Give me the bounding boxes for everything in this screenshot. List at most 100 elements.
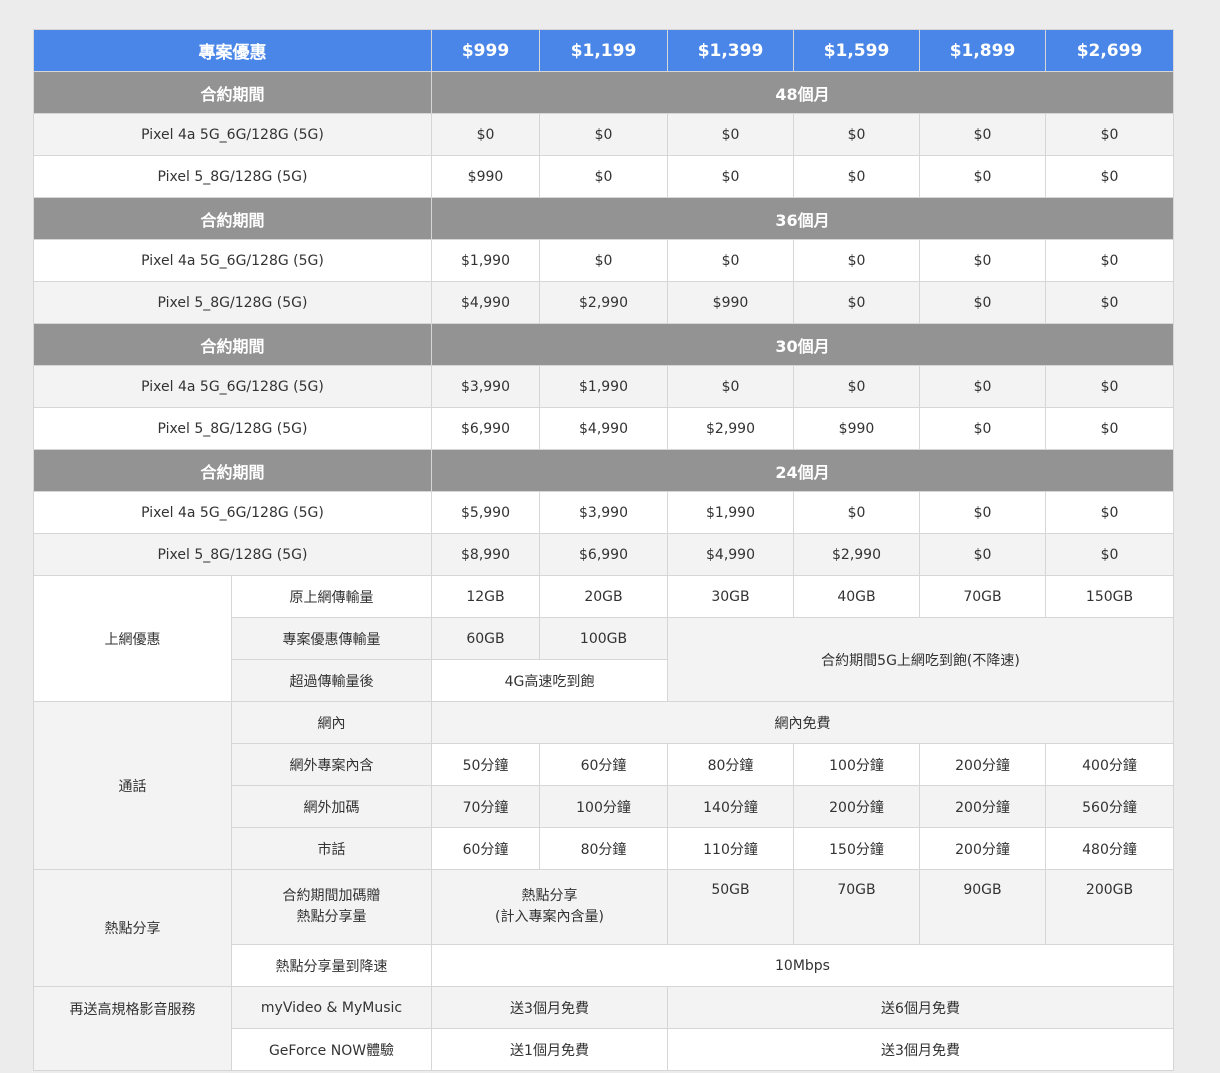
device-price: $0 [1045,113,1174,156]
device-name: Pixel 5_8G/128G (5G) [33,281,432,324]
device-price: $1,990 [539,365,668,408]
media-myvideo-low: 送3個月免費 [431,986,668,1029]
call-minutes: 480分鐘 [1045,827,1174,870]
internet-original-label: 原上網傳輸量 [231,575,432,618]
data-amount: 70GB [919,575,1046,618]
device-price: $0 [919,281,1046,324]
call-minutes: 80分鐘 [539,827,668,870]
hotspot-extra-label-line1: 合約期間加碼贈 [282,888,381,904]
device-price: $0 [1045,281,1174,324]
call-minutes: 60分鐘 [431,827,540,870]
device-price: $0 [919,155,1046,198]
device-price: $0 [919,113,1046,156]
period-months: 30個月 [431,323,1174,366]
header-price: $2,699 [1045,29,1174,72]
hotspot-extra-first-line2: (計入專案內含量) [495,909,604,925]
device-price: $990 [667,281,794,324]
media-geforce-label: GeForce NOW體驗 [231,1028,432,1071]
calls-on-net-row: 通話 網內 網內免費 [33,701,1174,870]
hotspot-extra-label-line2: 熱點分享量 [296,909,367,925]
header-price: $1,599 [793,29,920,72]
call-minutes: 70分鐘 [431,785,540,828]
device-price: $0 [667,365,794,408]
internet-original-row: 上網優惠 原上網傳輸量 12GB 20GB 30GB 40GB 70GB 150… [33,575,1174,702]
period-label: 合約期間 [33,71,432,114]
call-minutes: 200分鐘 [793,785,920,828]
device-price: $0 [793,491,920,534]
price-header-row: 專案優惠 $999 $1,199 $1,399 $1,599 $1,899 $2… [33,29,1174,72]
device-price: $8,990 [431,533,540,576]
device-price: $0 [1045,491,1174,534]
hotspot-extra-label: 合約期間加碼贈 熱點分享量 [231,869,432,945]
device-price-row: Pixel 4a 5G_6G/128G (5G) $0 $0 $0 $0 $0 … [33,113,1174,156]
device-price: $0 [793,281,920,324]
device-price: $0 [1045,239,1174,282]
device-price: $0 [539,239,668,282]
period-label: 合約期間 [33,197,432,240]
device-name: Pixel 4a 5G_6G/128G (5G) [33,113,432,156]
call-minutes: 400分鐘 [1045,743,1174,786]
data-amount: 60GB [431,617,540,660]
hotspot-extra-first-line1: 熱點分享 [521,888,578,904]
device-price: $0 [793,239,920,282]
hotspot-extra-first: 熱點分享 (計入專案內含量) [431,869,668,945]
device-name: Pixel 5_8G/128G (5G) [33,407,432,450]
unlimited-5g-note: 合約期間5G上網吃到飽(不降速) [667,617,1174,702]
hotspot-amount: 200GB [1045,869,1174,945]
hotspot-speed-label: 熱點分享量到降速 [231,944,432,987]
plan-comparison-table: 專案優惠 $999 $1,199 $1,399 $1,599 $1,899 $2… [33,29,1174,1071]
plan-table-container: 專案優惠 $999 $1,199 $1,399 $1,599 $1,899 $2… [33,29,1174,1071]
device-name: Pixel 4a 5G_6G/128G (5G) [33,365,432,408]
hotspot-amount: 70GB [793,869,920,945]
media-myvideo-label: myVideo & MyMusic [231,986,432,1029]
device-price: $1,990 [667,491,794,534]
header-plan-label: 專案優惠 [33,29,432,72]
calls-bonus-label: 網外加碼 [231,785,432,828]
period-row: 合約期間 48個月 [33,71,1174,114]
device-price: $990 [431,155,540,198]
data-amount: 150GB [1045,575,1174,618]
header-price: $999 [431,29,540,72]
device-name: Pixel 5_8G/128G (5G) [33,155,432,198]
period-months: 48個月 [431,71,1174,114]
device-price: $0 [1045,533,1174,576]
device-price: $2,990 [667,407,794,450]
device-price-row: Pixel 4a 5G_6G/128G (5G) $3,990 $1,990 $… [33,365,1174,408]
device-price: $5,990 [431,491,540,534]
period-row: 合約期間 36個月 [33,197,1174,240]
hotspot-section-label: 熱點分享 [33,869,232,987]
calls-landline-label: 市話 [231,827,432,870]
device-price: $0 [919,365,1046,408]
period-months: 24個月 [431,449,1174,492]
media-section-label: 再送高規格影音服務 [33,986,232,1071]
calls-on-net-value: 網內免費 [431,701,1174,744]
call-minutes: 560分鐘 [1045,785,1174,828]
device-price: $990 [793,407,920,450]
data-amount: 30GB [667,575,794,618]
data-amount: 100GB [539,617,668,660]
device-price: $3,990 [431,365,540,408]
call-minutes: 110分鐘 [667,827,794,870]
hotspot-amount: 90GB [919,869,1046,945]
call-minutes: 60分鐘 [539,743,668,786]
call-minutes: 100分鐘 [793,743,920,786]
device-price: $0 [667,155,794,198]
device-name: Pixel 4a 5G_6G/128G (5G) [33,239,432,282]
calls-section-label: 通話 [33,701,232,870]
device-price: $0 [539,155,668,198]
device-price: $6,990 [539,533,668,576]
device-price: $0 [431,113,540,156]
device-price: $2,990 [539,281,668,324]
header-price: $1,199 [539,29,668,72]
hotspot-speed-value: 10Mbps [431,944,1174,987]
hotspot-amount: 50GB [667,869,794,945]
device-name: Pixel 4a 5G_6G/128G (5G) [33,491,432,534]
device-price-row: Pixel 4a 5G_6G/128G (5G) $1,990 $0 $0 $0… [33,239,1174,282]
device-price: $4,990 [667,533,794,576]
device-name: Pixel 5_8G/128G (5G) [33,533,432,576]
device-price: $0 [793,155,920,198]
device-price: $0 [1045,407,1174,450]
device-price: $0 [919,533,1046,576]
call-minutes: 200分鐘 [919,743,1046,786]
device-price: $0 [919,407,1046,450]
